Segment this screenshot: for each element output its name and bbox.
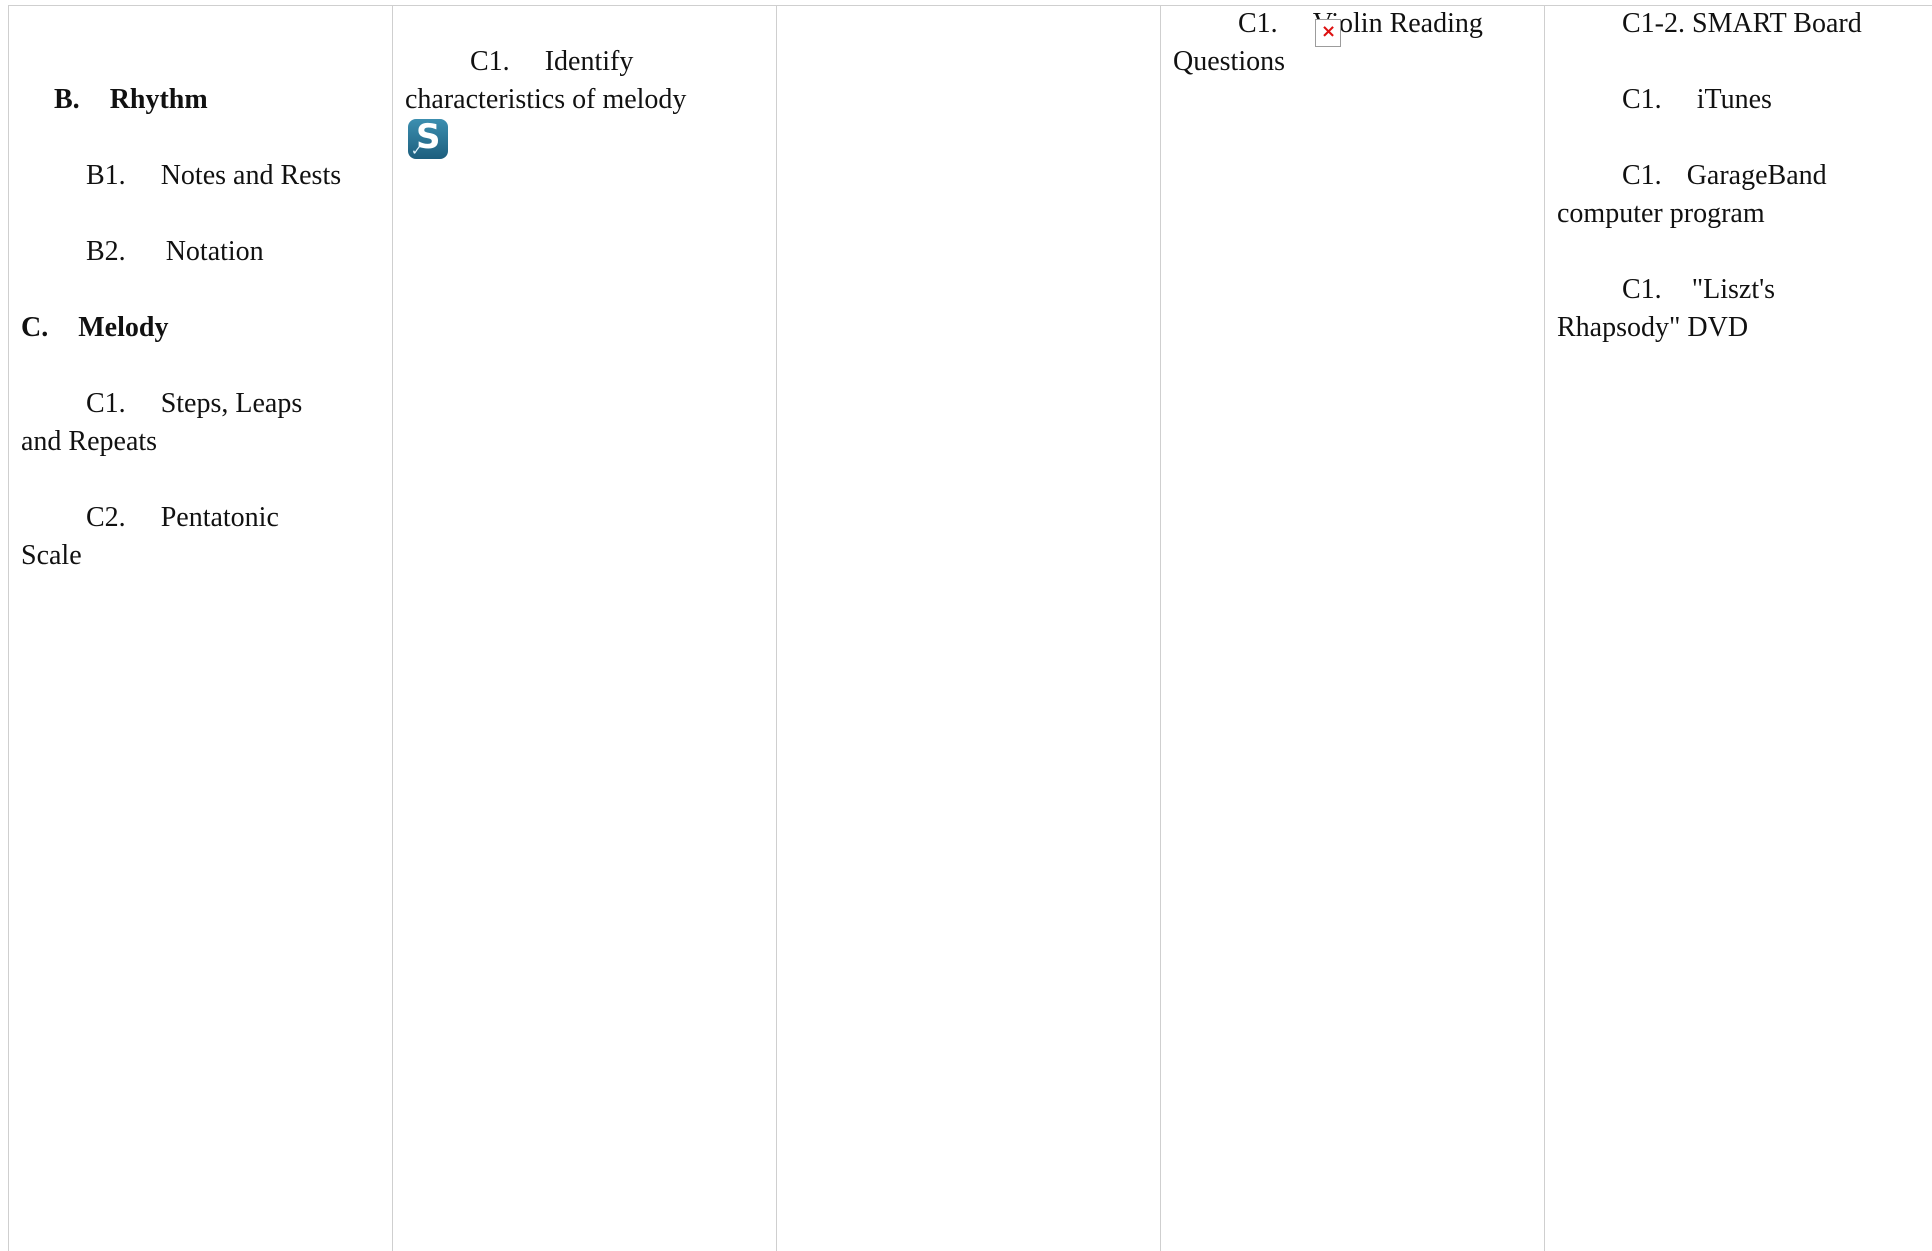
- section-c-title: Melody: [78, 312, 169, 343]
- item-text: Notation: [165, 236, 264, 267]
- objective-column: C1. Identify characteristics of melody S ✓: [405, 5, 765, 170]
- item-text-continued: and Repeats: [21, 426, 158, 457]
- item-text-continued: Rhapsody" DVD: [1557, 312, 1749, 343]
- item-code: B2.: [86, 236, 126, 267]
- resource-item-garageband: C1. GarageBand computer program: [1557, 157, 1927, 233]
- section-b-title: Rhythm: [109, 84, 208, 115]
- item-text: Pentatonic: [160, 502, 279, 533]
- item-text: Steps, Leaps: [160, 388, 303, 419]
- objective-item: C1. Identify characteristics of melody: [405, 43, 765, 119]
- outline-column: B. Rhythm B1. Notes and Rests B2. Notation …: [21, 5, 381, 613]
- table-divider-1: [392, 5, 393, 1251]
- resource-item-itunes: C1. iTunes: [1557, 81, 1927, 119]
- assessment-column: C1. Violin Reading Questions ×: [1173, 5, 1533, 81]
- table-divider-2: [776, 5, 777, 1251]
- item-text-continued: Questions: [1173, 46, 1285, 77]
- item-text: GarageBand: [1686, 160, 1827, 191]
- item-text-continued: Scale: [21, 540, 82, 571]
- item-text: Notes and Rests: [160, 160, 342, 191]
- outline-item-c1: C1. Steps, Leaps and Repeats: [21, 385, 381, 461]
- table-border-left: [8, 5, 9, 1251]
- table-divider-4: [1544, 5, 1545, 1251]
- item-text-continued: characteristics of melody: [405, 84, 687, 115]
- table-divider-3: [1160, 5, 1161, 1251]
- item-code: C1.: [86, 388, 126, 419]
- outline-item-b1: B1. Notes and Rests: [21, 157, 381, 195]
- item-text-continued: computer program: [1557, 198, 1765, 229]
- item-code: C2.: [86, 502, 126, 533]
- section-c-label: C.: [21, 312, 49, 343]
- item-text: Identify: [544, 46, 634, 77]
- outline-item-b2: B2. Notation: [21, 233, 381, 271]
- item-code: B1.: [86, 160, 126, 191]
- smartboard-check-icon[interactable]: S ✓: [408, 117, 448, 159]
- item-code: C1.: [1622, 274, 1662, 305]
- item-code: C1.: [470, 46, 510, 77]
- item-code: C1.: [1238, 8, 1278, 39]
- item-text: C1-2. SMART Board: [1622, 8, 1862, 39]
- item-code: C1.: [1622, 160, 1662, 191]
- outline-item-c2: C2. Pentatonic Scale: [21, 499, 381, 575]
- item-text: "Liszt's: [1691, 274, 1776, 305]
- item-text: iTunes: [1696, 84, 1772, 115]
- assessment-item: C1. Violin Reading Questions ×: [1173, 5, 1533, 81]
- resources-column: C1-2. SMART Board C1. iTunes C1. GarageBan…: [1557, 5, 1927, 385]
- broken-image-icon[interactable]: ×: [1315, 19, 1341, 47]
- resource-item-smartboard: C1-2. SMART Board: [1557, 5, 1927, 43]
- item-code: C1.: [1622, 84, 1662, 115]
- resource-item-liszt-dvd: C1. "Liszt's Rhapsody" DVD: [1557, 271, 1927, 347]
- section-b-label: B.: [54, 84, 80, 115]
- section-b-heading: B. Rhythm: [21, 81, 381, 119]
- section-c-heading: C. Melody: [21, 309, 381, 347]
